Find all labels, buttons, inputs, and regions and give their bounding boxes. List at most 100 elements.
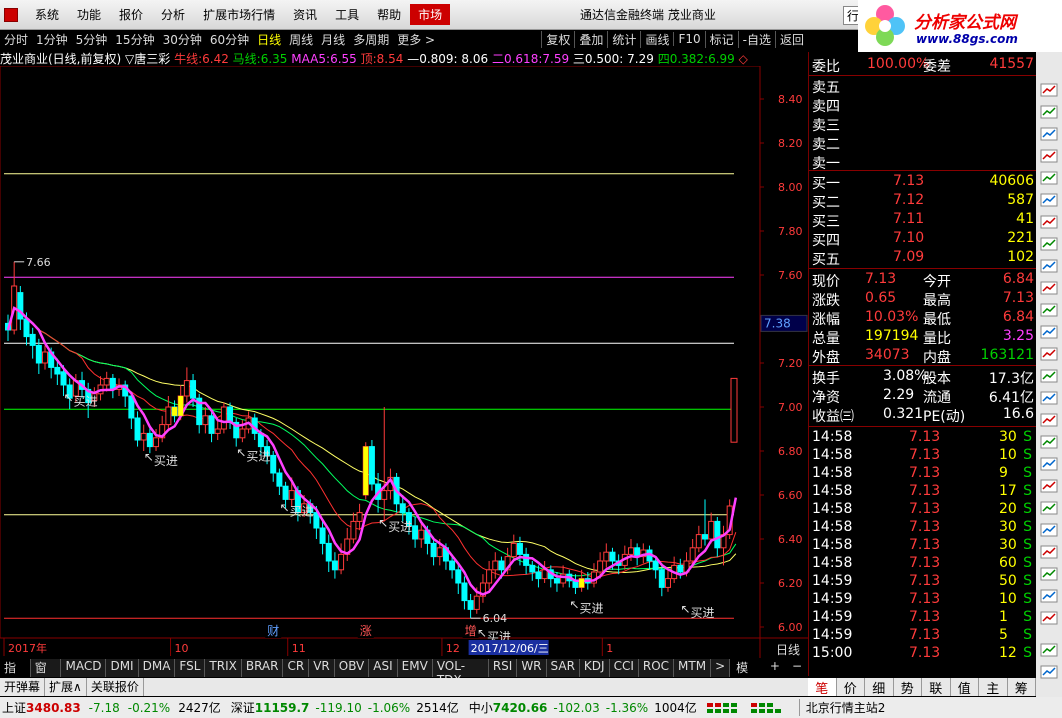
indicator-tab[interactable]: ASI	[369, 659, 398, 677]
indicator-tab[interactable]: 指标	[0, 659, 31, 692]
fib-level-1: —0.809: 8.06	[407, 52, 489, 66]
panel-tab[interactable]: 联	[922, 678, 951, 697]
indicator-tab[interactable]: WR	[517, 659, 547, 677]
sidebar-tool-icon[interactable]	[1039, 346, 1059, 362]
sidebar-tool-icon[interactable]	[1039, 82, 1059, 98]
sidebar-tool-icon[interactable]	[1039, 434, 1059, 450]
period-tab[interactable]: 1分钟	[32, 31, 72, 48]
indicator-tab[interactable]: CCI	[609, 659, 639, 677]
sidebar-tool-icon[interactable]	[1039, 170, 1059, 186]
menu-item-function[interactable]: 功能	[68, 6, 110, 23]
server-name[interactable]: 北京行情主站2	[798, 699, 885, 716]
sidebar-tool-icon[interactable]	[1039, 236, 1059, 252]
danmaku-toggle-button[interactable]: 开弹幕	[0, 678, 46, 696]
sidebar-tool-icon[interactable]	[1039, 126, 1059, 142]
indicator-tab[interactable]: OBV	[334, 659, 370, 677]
menu-item-quote[interactable]: 报价	[110, 6, 152, 23]
sidebar-tool-icon[interactable]	[1039, 390, 1059, 406]
sidebar-tool-icon[interactable]	[1039, 522, 1059, 538]
sidebar-tool-icon[interactable]	[1039, 280, 1059, 296]
mark-button[interactable]: 标记	[704, 30, 738, 48]
sidebar-tool-icon[interactable]	[1039, 104, 1059, 120]
template-button[interactable]: 模板	[730, 659, 764, 692]
indicator-tab[interactable]: KDJ	[579, 659, 610, 677]
panel-tab[interactable]: 值	[951, 678, 979, 697]
sidebar-tool-icon[interactable]	[1039, 478, 1059, 494]
menu-item-analysis[interactable]: 分析	[152, 6, 194, 23]
remove-watchlist-button[interactable]: -自选	[737, 30, 775, 48]
indicator-tab[interactable]: MACD	[61, 659, 107, 677]
sidebar-tool-icon[interactable]	[1039, 324, 1059, 340]
indicator-tab[interactable]: VR	[309, 659, 335, 677]
indicator-tab[interactable]: EMV	[397, 659, 433, 677]
period-toolbar: 分时 1分钟 5分钟 15分钟 30分钟 60分钟 日线 周线 月线 多周期 更…	[0, 30, 808, 48]
sidebar-tool-icon[interactable]	[1039, 192, 1059, 208]
sidebar-tool-icon[interactable]	[1039, 368, 1059, 384]
sidebar-tool-icon[interactable]	[1039, 258, 1059, 274]
sidebar-tool-icon[interactable]	[1039, 148, 1059, 164]
sidebar-tool-icon[interactable]	[1039, 588, 1059, 604]
remove-indicator-button[interactable]: −	[786, 659, 808, 677]
panel-tab[interactable]: 主	[979, 678, 1008, 697]
sidebar-tool-icon[interactable]	[1039, 566, 1059, 582]
period-tab[interactable]: 周线	[285, 31, 317, 48]
indicator-tab[interactable]: FSL	[175, 659, 206, 677]
period-tab[interactable]: 60分钟	[206, 31, 253, 48]
panel-tab[interactable]: 细	[865, 678, 894, 697]
sidebar-tool-icon[interactable]	[1039, 214, 1059, 230]
panel-tab[interactable]: 势	[894, 678, 922, 697]
indicator-tab[interactable]: ROC	[638, 659, 675, 677]
sidebar-tool-icon[interactable]	[1039, 544, 1059, 560]
indicator-tab[interactable]: TRIX	[205, 659, 242, 677]
period-tab-more[interactable]: 更多 >	[393, 31, 439, 48]
menu-item-market[interactable]: 市场	[410, 4, 451, 25]
indicator-tab[interactable]: VOL-TDX	[432, 659, 489, 687]
period-tab[interactable]: 15分钟	[111, 31, 158, 48]
stats-button[interactable]: 统计	[607, 30, 640, 48]
collapse-icon[interactable]: ◇	[739, 52, 748, 66]
indicator-tab[interactable]: DMA	[138, 659, 176, 677]
back-button[interactable]: 返回	[774, 30, 808, 48]
draw-button[interactable]: 画线	[640, 30, 673, 48]
period-tab[interactable]: 月线	[317, 31, 349, 48]
menu-item-news[interactable]: 资讯	[284, 6, 326, 23]
indicator-tab[interactable]: SAR	[546, 659, 580, 677]
expand-button[interactable]: 扩展∧	[45, 678, 87, 696]
sidebar-tool-icon[interactable]	[1039, 500, 1059, 516]
sidebar-tool-icon[interactable]	[1039, 610, 1059, 626]
panel-tab[interactable]: 价	[837, 678, 865, 697]
sidebar-tool-icon[interactable]	[1039, 302, 1059, 318]
period-tab-daily[interactable]: 日线	[253, 31, 285, 48]
sidebar-tool-icon[interactable]	[1039, 642, 1059, 658]
overlay-button[interactable]: 叠加	[574, 30, 607, 48]
period-tab[interactable]: 5分钟	[72, 31, 112, 48]
indicator-tab[interactable]: >	[711, 659, 731, 677]
indicator-tab[interactable]: CR	[283, 659, 310, 677]
panel-tab[interactable]: 筹	[1008, 678, 1036, 697]
f10-button[interactable]: F10	[673, 32, 704, 46]
panel-tab[interactable]: 笔	[808, 678, 837, 697]
indicator-tab[interactable]: MTM	[674, 659, 712, 677]
sidebar-tool-icon[interactable]	[1039, 456, 1059, 472]
menu-item-system[interactable]: 系统	[26, 6, 68, 23]
adjust-button[interactable]: 复权	[541, 30, 574, 48]
indicator-tab[interactable]: BRAR	[241, 659, 284, 677]
candle-body	[603, 551, 610, 562]
indicator-tab[interactable]: RSI	[488, 659, 518, 677]
sidebar-tool-icon[interactable]	[1039, 412, 1059, 428]
add-indicator-button[interactable]: +	[764, 659, 786, 677]
sidebar-tool-icon[interactable]	[1039, 664, 1059, 680]
menu-item-help[interactable]: 帮助	[368, 6, 410, 23]
kline-chart[interactable]: 8.408.208.007.807.607.407.207.006.806.60…	[0, 66, 808, 658]
indicator-tab[interactable]: DMI	[106, 659, 139, 677]
kline-chart-area[interactable]: 8.408.208.007.807.607.407.207.006.806.60…	[0, 66, 808, 658]
period-tab[interactable]: 分时	[0, 31, 32, 48]
period-tab[interactable]: 30分钟	[159, 31, 206, 48]
indicator-tab[interactable]: 窗口	[30, 659, 62, 692]
tick-row: 14:58 7.13 60 S	[809, 555, 1037, 573]
related-quote-button[interactable]: 关联报价	[87, 678, 144, 696]
formula-name[interactable]: ▽唐三彩	[125, 52, 170, 66]
menu-item-ext-market[interactable]: 扩展市场行情	[194, 6, 284, 23]
period-tab[interactable]: 多周期	[349, 31, 393, 48]
menu-item-tools[interactable]: 工具	[326, 6, 368, 23]
